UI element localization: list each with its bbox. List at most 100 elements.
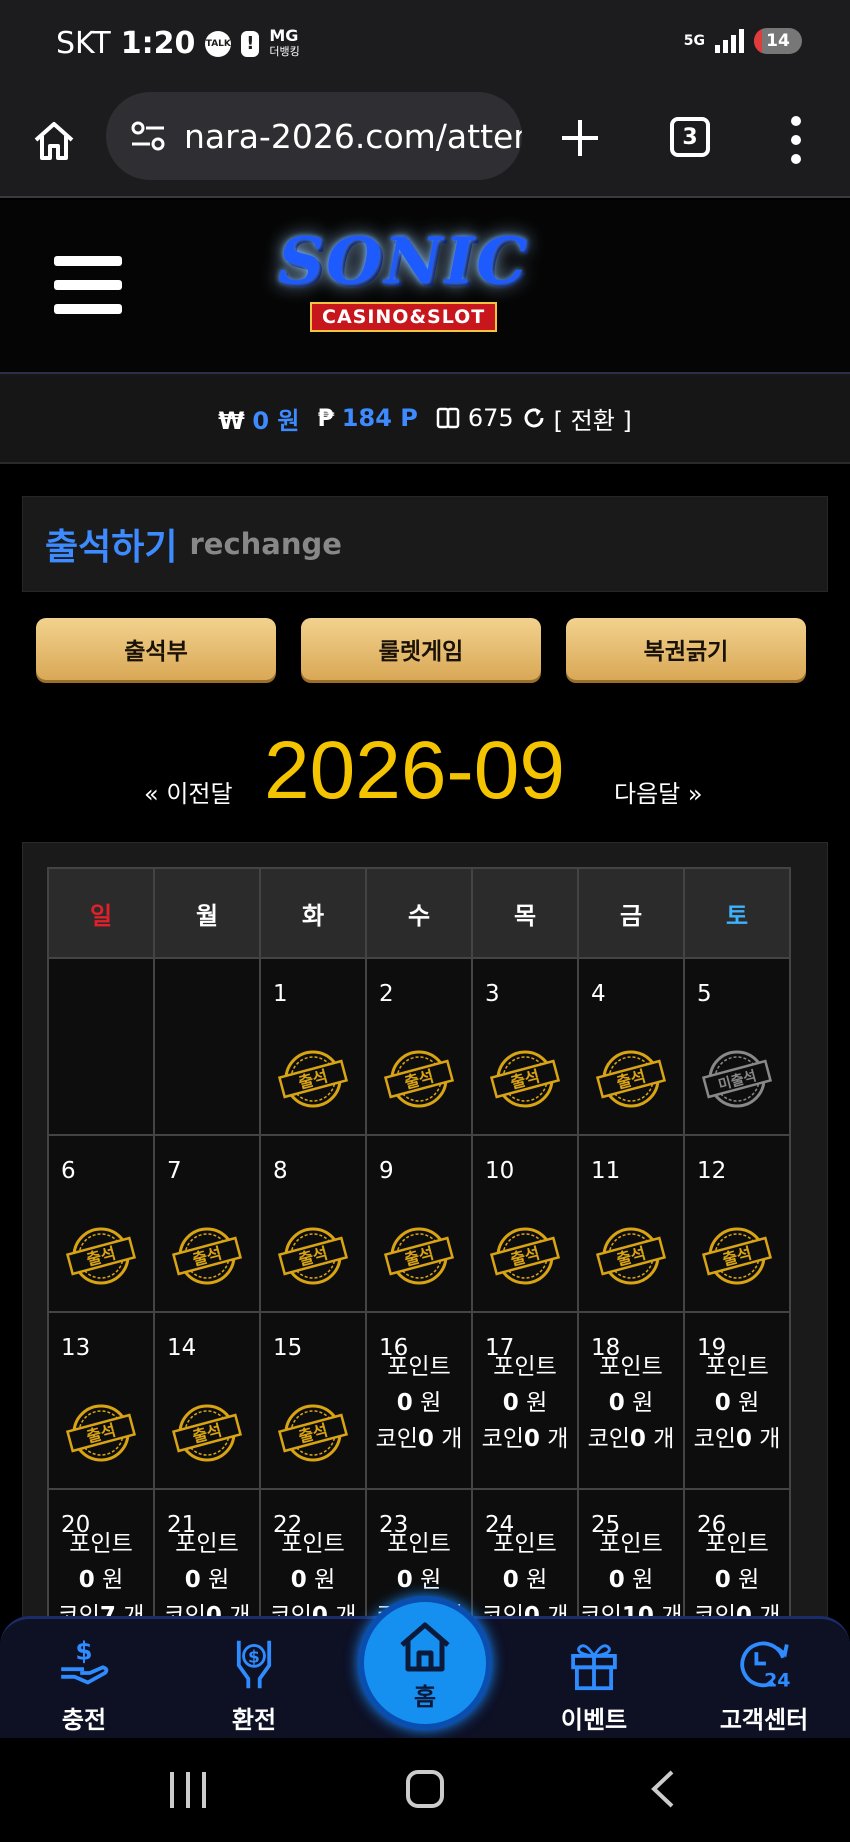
hamburger-menu-icon[interactable] [54, 256, 122, 314]
weekday-header: 월 [153, 867, 261, 959]
sonic-casino-logo[interactable]: SONIC CASINO&SLOT [270, 222, 600, 340]
nav-support[interactable]: 24 고객센터 [694, 1635, 834, 1735]
reward-points-label: 포인트 [599, 1354, 663, 1380]
talk-notification-icon: TALK [205, 30, 232, 57]
day-reward-info: 포인트 0 원코인0 개 [368, 1349, 470, 1457]
alert-notification-icon: ! [241, 30, 260, 57]
calendar-day-cell: 1 출석 [259, 957, 367, 1136]
weekday-header: 토 [683, 867, 791, 959]
back-icon[interactable] [648, 1768, 678, 1810]
month-navigation: « 이전달 2026-09 다음달 » [0, 722, 850, 822]
reward-points-value: 0 원 [290, 1567, 336, 1593]
reward-points-label: 포인트 [69, 1531, 133, 1557]
reward-coin-value: 코인0 개 [481, 1426, 569, 1452]
signal-icon [715, 29, 744, 53]
network-5g-icon: 5G [683, 33, 705, 49]
reward-points-label: 포인트 [387, 1531, 451, 1557]
reward-points-value: 0 원 [396, 1390, 442, 1416]
attendance-button[interactable]: 출석부 [36, 618, 276, 680]
weekday-header: 일 [47, 867, 155, 959]
svg-text:출석: 출석 [190, 1420, 223, 1446]
day-number: 4 [591, 981, 606, 1007]
carrier-label: SKT [56, 26, 111, 61]
reward-points-label: 포인트 [705, 1354, 769, 1380]
home-icon [400, 1622, 450, 1671]
reward-points-label: 포인트 [175, 1531, 239, 1557]
day-number: 8 [273, 1158, 288, 1184]
calendar-day-cell: 3 출석 [471, 957, 579, 1136]
attended-stamp-icon: 출석 [65, 1227, 137, 1285]
day-reward-info: 포인트 0 원코인0 개 [580, 1349, 682, 1457]
calendar-day-cell: 17 포인트 0 원 코인0 개 [471, 1311, 579, 1490]
reward-points-value: 0 원 [608, 1390, 654, 1416]
calendar-day-cell [153, 957, 261, 1136]
weekday-header: 목 [471, 867, 579, 959]
nav-exchange[interactable]: $ 환전 [184, 1635, 324, 1735]
calendar-day-cell: 5 미출석 [683, 957, 791, 1136]
switch-link[interactable]: [ 전환 ] [554, 401, 632, 436]
attended-stamp-icon: 출석 [701, 1227, 773, 1285]
svg-text:$: $ [75, 1637, 92, 1666]
attended-stamp-icon: 출석 [277, 1227, 349, 1285]
attended-stamp-icon: 출석 [383, 1227, 455, 1285]
url-bar[interactable]: nara-2026.com/atter [106, 92, 522, 180]
svg-text:출석: 출석 [296, 1420, 329, 1446]
attended-stamp-icon: 출석 [489, 1227, 561, 1285]
prev-month-link[interactable]: « 이전달 [144, 774, 233, 809]
mg-label: MG [269, 25, 299, 45]
clock: 1:20 [120, 26, 196, 61]
day-number: 15 [273, 1335, 303, 1361]
roulette-button[interactable]: 룰렛게임 [301, 618, 541, 680]
nav-home-label: 홈 [413, 1682, 437, 1711]
browser-toolbar: nara-2026.com/atter 3 [0, 90, 850, 198]
day-number: 1 [273, 981, 288, 1007]
day-number: 6 [61, 1158, 76, 1184]
new-tab-icon[interactable] [556, 114, 604, 162]
svg-text:24: 24 [764, 1669, 790, 1691]
nav-event[interactable]: 이벤트 [524, 1635, 664, 1735]
calendar-day-cell: 10 출석 [471, 1134, 579, 1313]
current-month: 2026-09 [264, 725, 565, 816]
attended-stamp-icon: 출석 [171, 1404, 243, 1462]
page-subtitle: rechange [189, 527, 342, 561]
browser-menu-icon[interactable] [786, 116, 806, 164]
recent-apps-icon[interactable] [170, 1772, 206, 1808]
tab-switcher-button[interactable]: 3 [670, 117, 710, 157]
browser-home-icon[interactable] [30, 116, 78, 164]
page-title-bar: 출석하기 rechange [22, 496, 828, 592]
svg-text:출석: 출석 [296, 1243, 329, 1269]
nav-charge[interactable]: $ 충전 [14, 1635, 154, 1735]
system-home-icon[interactable] [406, 1770, 444, 1808]
calendar-week-row: 13 출석 14 출석 15 출석 16 포인트 0 원 코인0 개 17 포인트 0 원 코인0 개 18… [47, 1311, 791, 1490]
day-number: 13 [61, 1335, 91, 1361]
mg-notification-icon: MG 더뱅킹 [269, 25, 300, 60]
nav-exchange-label: 환전 [231, 1706, 277, 1734]
action-buttons: 출석부 룰렛게임 복권긁기 [36, 618, 806, 680]
weekday-header: 수 [365, 867, 473, 959]
calendar-day-cell [47, 957, 155, 1136]
support-24-icon: 24 [740, 1641, 791, 1691]
nav-event-label: 이벤트 [560, 1706, 628, 1734]
reward-points-value: 0 원 [714, 1567, 760, 1593]
calendar-day-cell: 14 출석 [153, 1311, 261, 1490]
site-settings-icon[interactable] [128, 116, 168, 156]
next-month-link[interactable]: 다음달 » [614, 774, 703, 809]
refresh-icon[interactable] [522, 406, 546, 430]
svg-text:출석: 출석 [508, 1243, 541, 1269]
day-number: 10 [485, 1158, 515, 1184]
mg-sub-label: 더뱅킹 [269, 44, 300, 58]
calendar-day-cell: 4 출석 [577, 957, 685, 1136]
battery-level: 14 [766, 31, 790, 51]
coin-balance: 675 [467, 404, 514, 432]
svg-text:출석: 출석 [720, 1243, 753, 1269]
reward-points-label: 포인트 [493, 1354, 557, 1380]
reward-points-value: 0 원 [714, 1390, 760, 1416]
svg-text:출석: 출석 [508, 1066, 541, 1092]
calendar-day-cell: 7 출석 [153, 1134, 261, 1313]
nav-home-button[interactable]: 홈 [358, 1596, 492, 1730]
page-title: 출석하기 [45, 527, 178, 568]
wallet-bar: ₩ 0 원 ₱ 184 P 675 [ 전환 ] [0, 374, 850, 464]
reward-points-value: 0 원 [184, 1567, 230, 1593]
calendar-day-cell: 9 출석 [365, 1134, 473, 1313]
lottery-button[interactable]: 복권긁기 [566, 618, 806, 680]
